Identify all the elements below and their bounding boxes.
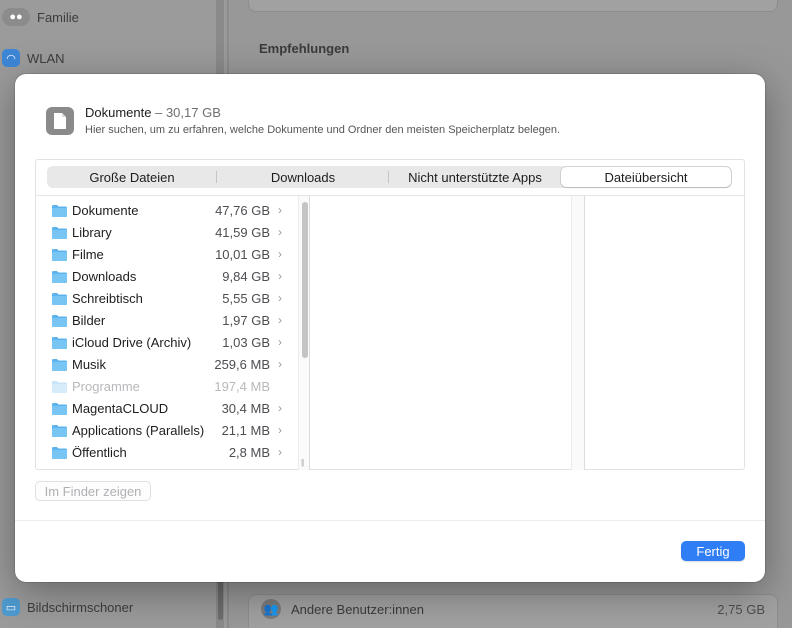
file-size: 259,6 MB [214, 357, 270, 372]
detail-column-scrollbar[interactable] [571, 196, 585, 470]
document-icon [46, 107, 74, 135]
file-name: Filme [72, 247, 104, 262]
folder-icon [52, 227, 67, 239]
file-row-icloud-drive-archiv[interactable]: iCloud Drive (Archiv) 1,03 GB › [36, 332, 298, 354]
family-avatars-icon: ●● [2, 8, 30, 26]
file-size: 10,01 GB [215, 247, 270, 262]
footer-divider [15, 520, 765, 521]
chevron-right-icon: › [278, 269, 282, 283]
chevron-right-icon: › [278, 335, 282, 349]
file-size: 1,97 GB [222, 313, 270, 328]
file-size: 2,8 MB [228, 445, 270, 460]
file-row-bilder[interactable]: Bilder 1,97 GB › [36, 310, 298, 332]
file-row-applications-parallels[interactable]: Applications (Parallels) 21,1 MB › [36, 420, 298, 442]
recommendations-heading: Empfehlungen [259, 41, 350, 56]
file-row-library[interactable]: Library 41,59 GB › [36, 222, 298, 244]
chevron-right-icon: › [278, 357, 282, 371]
sidebar-item-label: WLAN [27, 50, 65, 66]
chevron-right-icon: › [278, 313, 282, 327]
file-size: 30,4 MB [221, 401, 270, 416]
chevron-right-icon: › [278, 445, 282, 459]
folder-public-icon [52, 447, 67, 459]
file-name: Library [72, 225, 112, 240]
file-row-oeffentlich[interactable]: Öffentlich 2,8 MB › [36, 442, 298, 464]
column-resize-handle[interactable]: || [301, 458, 304, 467]
sidebar-item-bildschirmschoner[interactable]: ▭ Bildschirmschoner [0, 596, 133, 618]
background-card [248, 0, 778, 12]
file-name: MagentaCLOUD [72, 401, 169, 416]
folder-applications-icon [52, 381, 67, 393]
file-row-filme[interactable]: Filme 10,01 GB › [36, 244, 298, 266]
view-segmented-control: Große Dateien Downloads Nicht unterstütz… [47, 166, 732, 188]
sidebar-item-label: Familie [37, 9, 79, 25]
folder-desktop-icon [52, 293, 67, 305]
sheet-subtitle: Hier suchen, um zu erfahren, welche Doku… [85, 124, 561, 136]
sidebar-item-familie[interactable]: ●● Familie [0, 6, 79, 28]
show-in-finder-button[interactable]: Im Finder zeigen [35, 481, 151, 501]
file-name: Downloads [72, 269, 137, 284]
other-users-size: 2,75 GB [717, 601, 765, 617]
file-name: Programme [72, 379, 140, 394]
chevron-right-icon: › [278, 401, 282, 415]
sheet-title-name: Dokumente [85, 105, 152, 120]
sidebar-item-wlan[interactable]: ◠ WLAN [0, 47, 65, 69]
sheet-title-size: – 30,17 GB [151, 105, 221, 120]
users-icon: 👥 [261, 599, 281, 619]
storage-details-sheet: Dokumente – 30,17 GB Hier suchen, um zu … [15, 74, 765, 582]
file-row-dokumente[interactable]: Dokumente 47,76 GB › [36, 200, 298, 222]
sidebar-item-label: Bildschirmschoner [27, 599, 134, 615]
file-size: 5,55 GB [222, 291, 270, 306]
file-name: Öffentlich [72, 445, 127, 460]
file-list-scrollbar[interactable] [298, 196, 310, 470]
file-list-column: Dokumente 47,76 GB › Library 41,59 GB › … [36, 196, 298, 470]
detail-column [311, 196, 571, 470]
sheet-title: Dokumente – 30,17 GB [85, 105, 560, 121]
sheet-header: Dokumente – 30,17 GB Hier suchen, um zu … [46, 105, 560, 136]
folder-pictures-icon [52, 315, 67, 327]
file-row-musik[interactable]: Musik 259,6 MB › [36, 354, 298, 376]
file-row-programme: Programme 197,4 MB [36, 376, 298, 398]
file-name: Bilder [72, 313, 106, 328]
file-list-scrollbar-thumb[interactable] [302, 202, 308, 358]
tab-grosse-dateien[interactable]: Große Dateien [47, 166, 217, 188]
folder-movies-icon [52, 249, 67, 261]
file-name: Musik [72, 357, 106, 372]
chevron-right-icon: › [278, 247, 282, 261]
tab-nicht-unterstuetzte-apps[interactable]: Nicht unterstützte Apps [389, 166, 561, 188]
file-size: 197,4 MB [214, 379, 270, 394]
chevron-right-icon: › [278, 203, 282, 217]
folder-music-icon [52, 359, 67, 371]
file-name: Dokumente [72, 203, 139, 218]
wifi-icon: ◠ [2, 49, 20, 67]
folder-icloud-icon [52, 337, 67, 349]
file-size: 1,03 GB [222, 335, 270, 350]
file-name: Schreibtisch [72, 291, 143, 306]
browser-panel: Große Dateien Downloads Nicht unterstütz… [35, 159, 745, 470]
file-name: iCloud Drive (Archiv) [72, 335, 192, 350]
file-size: 21,1 MB [221, 423, 270, 438]
file-size: 9,84 GB [222, 269, 270, 284]
other-users-label: Andere Benutzer:innen [291, 601, 424, 617]
file-size: 41,59 GB [215, 225, 270, 240]
screensaver-icon: ▭ [2, 598, 20, 616]
done-button[interactable]: Fertig [681, 541, 745, 561]
file-row-schreibtisch[interactable]: Schreibtisch 5,55 GB › [36, 288, 298, 310]
folder-documents-icon [52, 205, 67, 217]
chevron-right-icon: › [278, 423, 282, 437]
folder-downloads-icon [52, 271, 67, 283]
chevron-right-icon: › [278, 291, 282, 305]
file-row-magentacloud[interactable]: MagentaCLOUD 30,4 MB › [36, 398, 298, 420]
tab-downloads[interactable]: Downloads [217, 166, 389, 188]
folder-icon [52, 403, 67, 415]
file-row-downloads[interactable]: Downloads 9,84 GB › [36, 266, 298, 288]
chevron-right-icon: › [278, 225, 282, 239]
folder-applications-icon [52, 425, 67, 437]
file-size: 47,76 GB [215, 203, 270, 218]
other-users-row[interactable]: 👥 Andere Benutzer:innen 2,75 GB [248, 594, 778, 628]
tab-dateiuebersicht[interactable]: Dateiübersicht [561, 167, 731, 187]
file-name: Applications (Parallels) [72, 423, 205, 438]
